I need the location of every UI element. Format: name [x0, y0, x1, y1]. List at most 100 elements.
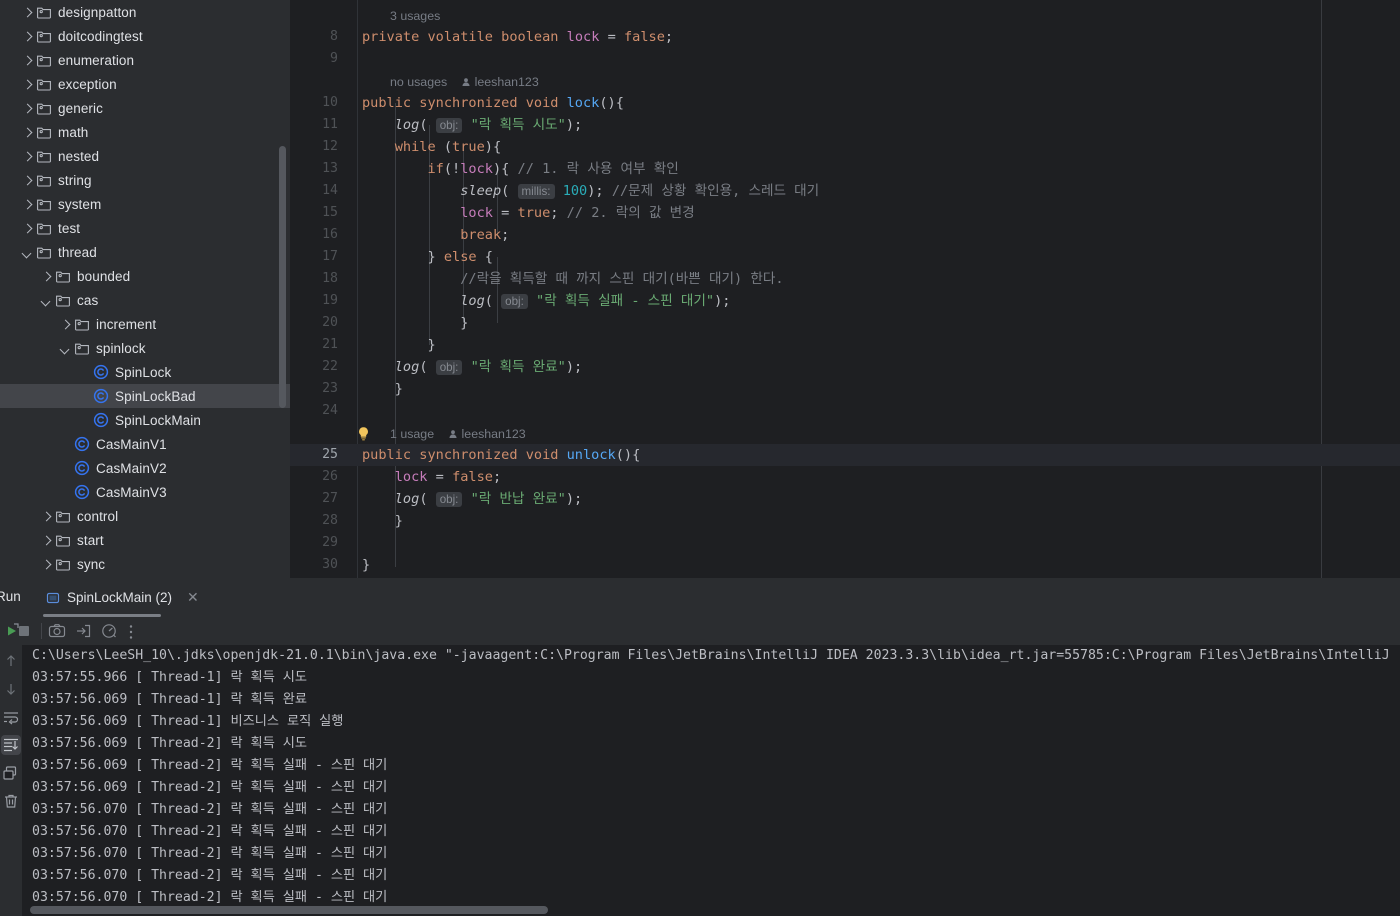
tree-item-system[interactable]: system: [0, 192, 290, 216]
code-line-18[interactable]: 18 //락을 획득할 때 까지 스핀 대기(바쁜 대기) 한다.: [290, 268, 1400, 290]
tree-item-enumeration[interactable]: enumeration: [0, 48, 290, 72]
code-editor[interactable]: 8 private volatile boolean lock = false; 9…: [290, 0, 1400, 578]
chevron-down-icon[interactable]: [39, 293, 53, 307]
print-icon[interactable]: [1, 763, 21, 783]
code-line-8[interactable]: 8 private volatile boolean lock = false;: [290, 26, 1400, 48]
chevron-right-icon[interactable]: [20, 77, 34, 91]
chevron-right-icon[interactable]: [20, 173, 34, 187]
scroll-up-icon[interactable]: [1, 651, 21, 671]
code-line-14[interactable]: 14 sleep( millis: 100); //문제 상황 확인용, 스레드…: [290, 180, 1400, 202]
tree-item-nested[interactable]: nested: [0, 144, 290, 168]
console-line[interactable]: 03:57:56.070 [ Thread-2] 락 획득 실패 - 스핀 대기: [32, 843, 387, 865]
tree-item-test[interactable]: test: [0, 216, 290, 240]
console-line[interactable]: 03:57:56.069 [ Thread-2] 락 획득 실패 - 스핀 대기: [32, 755, 387, 777]
chevron-right-icon[interactable]: [20, 125, 34, 139]
tree-item-increment[interactable]: increment: [0, 312, 290, 336]
profiler-icon[interactable]: [99, 621, 119, 641]
tree-item-cas[interactable]: cas: [0, 288, 290, 312]
soft-wrap-icon[interactable]: [1, 707, 21, 727]
code-line-26[interactable]: 26 lock = false;: [290, 466, 1400, 488]
code-line-9[interactable]: 9: [290, 48, 1400, 70]
project-tree-scrollbar[interactable]: [279, 146, 286, 408]
chevron-right-icon[interactable]: [39, 509, 53, 523]
code-line-17[interactable]: 17 } else {: [290, 246, 1400, 268]
tree-item-spinlock[interactable]: spinlock: [0, 336, 290, 360]
code-line-30[interactable]: 30}: [290, 554, 1400, 576]
console-line[interactable]: 03:57:56.069 [ Thread-1] 비즈니스 로직 실행: [32, 711, 343, 733]
chevron-right-icon[interactable]: [20, 197, 34, 211]
chevron-right-icon[interactable]: [20, 101, 34, 115]
usage-hint[interactable]: no usages leeshan123: [390, 71, 539, 93]
console-horizontal-scrollbar[interactable]: [30, 906, 548, 914]
tree-item-spinlock[interactable]: SpinLock: [0, 360, 290, 384]
tree-item-casmainv1[interactable]: CasMainV1: [0, 432, 290, 456]
chevron-right-icon[interactable]: [20, 149, 34, 163]
code-line-24[interactable]: 24: [290, 400, 1400, 422]
chevron-right-icon[interactable]: [20, 53, 34, 67]
tree-item-spinlockmain[interactable]: SpinLockMain: [0, 408, 290, 432]
console-output[interactable]: C:\Users\LeeSH_10\.jdks\openjdk-21.0.1\b…: [22, 645, 1400, 916]
usage-hint[interactable]: 1 usage leeshan123: [390, 423, 526, 445]
console-line[interactable]: 03:57:55.966 [ Thread-1] 락 획득 시도: [32, 667, 307, 689]
code-line-29[interactable]: 29: [290, 532, 1400, 554]
console-line[interactable]: 03:57:56.069 [ Thread-2] 락 획득 시도: [32, 733, 307, 755]
usage-count-label[interactable]: 3 usages: [390, 9, 440, 23]
tree-item-designpatton[interactable]: designpatton: [0, 0, 290, 24]
tree-item-casmainv2[interactable]: CasMainV2: [0, 456, 290, 480]
console-line[interactable]: C:\Users\LeeSH_10\.jdks\openjdk-21.0.1\b…: [32, 645, 1390, 667]
vcs-author-label[interactable]: leeshan123: [461, 75, 539, 89]
stop-icon[interactable]: [14, 621, 34, 641]
tree-item-casmainv3[interactable]: CasMainV3: [0, 480, 290, 504]
tree-item-doitcodingtest[interactable]: doitcodingtest: [0, 24, 290, 48]
scroll-down-icon[interactable]: [1, 679, 21, 699]
tree-item-math[interactable]: math: [0, 120, 290, 144]
tree-item-start[interactable]: start: [0, 528, 290, 552]
code-line-15[interactable]: 15 lock = true; // 2. 락의 값 변경: [290, 202, 1400, 224]
tree-item-spinlockbad[interactable]: SpinLockBad: [0, 384, 290, 408]
chevron-right-icon[interactable]: [58, 317, 72, 331]
tree-item-thread[interactable]: thread: [0, 240, 290, 264]
code-line-21[interactable]: 21 }: [290, 334, 1400, 356]
tree-item-bounded[interactable]: bounded: [0, 264, 290, 288]
scroll-to-end-icon[interactable]: [1, 735, 21, 755]
code-line-22[interactable]: 22 log( obj: "락 획득 완료");: [290, 356, 1400, 378]
tree-item-sync[interactable]: sync: [0, 552, 290, 576]
code-line-28[interactable]: 28 }: [290, 510, 1400, 532]
code-line-16[interactable]: 16 break;: [290, 224, 1400, 246]
console-line[interactable]: 03:57:56.070 [ Thread-2] 락 획득 실패 - 스핀 대기: [32, 799, 387, 821]
lightbulb-icon[interactable]: [356, 426, 371, 447]
console-line[interactable]: 03:57:56.069 [ Thread-1] 락 획득 완료: [32, 689, 307, 711]
code-line-11[interactable]: 11 log( obj: "락 획득 시도");: [290, 114, 1400, 136]
more-options-icon[interactable]: [128, 624, 134, 645]
console-line[interactable]: 03:57:56.070 [ Thread-2] 락 획득 실패 - 스핀 대기: [32, 821, 387, 843]
usage-hint[interactable]: 3 usages: [390, 5, 440, 27]
usage-count-label[interactable]: no usages: [390, 75, 447, 89]
chevron-right-icon[interactable]: [39, 557, 53, 571]
vcs-author-label[interactable]: leeshan123: [448, 427, 526, 441]
usage-count-label[interactable]: 1 usage: [390, 427, 434, 441]
code-line-27[interactable]: 27 log( obj: "락 반납 완료");: [290, 488, 1400, 510]
close-icon[interactable]: ✕: [187, 589, 199, 606]
chevron-right-icon[interactable]: [20, 221, 34, 235]
clear-all-icon[interactable]: [1, 791, 21, 811]
export-icon[interactable]: [73, 621, 93, 641]
code-line-13[interactable]: 13 if(!lock){ // 1. 락 사용 여부 확인: [290, 158, 1400, 180]
camera-icon[interactable]: [47, 621, 67, 641]
chevron-right-icon[interactable]: [39, 269, 53, 283]
project-tree-panel[interactable]: designpatton doitcodingtest enumeration exc…: [0, 0, 290, 578]
code-line-23[interactable]: 23 }: [290, 378, 1400, 400]
chevron-right-icon[interactable]: [20, 5, 34, 19]
code-line-10[interactable]: 10 public synchronized void lock(){: [290, 92, 1400, 114]
code-line-25[interactable]: 25 public synchronized void unlock(){: [290, 444, 1400, 466]
code-line-19[interactable]: 19 log( obj: "락 획득 실패 - 스핀 대기");: [290, 290, 1400, 312]
tree-item-generic[interactable]: generic: [0, 96, 290, 120]
chevron-right-icon[interactable]: [20, 29, 34, 43]
console-line[interactable]: 03:57:56.069 [ Thread-2] 락 획득 실패 - 스핀 대기: [32, 777, 387, 799]
code-line-12[interactable]: 12 while (true){: [290, 136, 1400, 158]
chevron-down-icon[interactable]: [20, 245, 34, 259]
tab-spinlockmain[interactable]: SpinLockMain (2) ✕: [40, 578, 205, 617]
code-line-20[interactable]: 20 }: [290, 312, 1400, 334]
chevron-down-icon[interactable]: [58, 341, 72, 355]
chevron-right-icon[interactable]: [39, 533, 53, 547]
tree-item-control[interactable]: control: [0, 504, 290, 528]
